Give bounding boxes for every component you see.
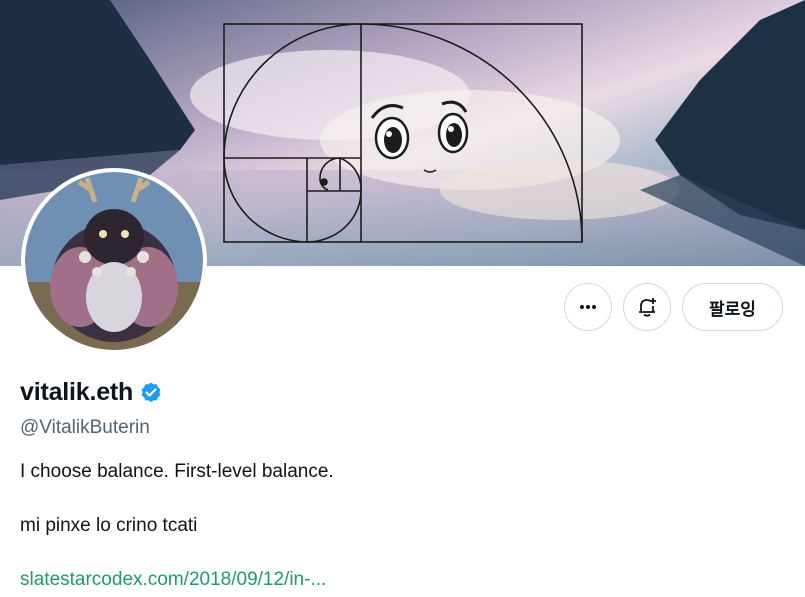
more-options-button[interactable]	[564, 283, 612, 331]
bio-line-1: I choose balance. First-level balance.	[20, 461, 334, 482]
profile-handle: @VitalikButerin	[20, 417, 150, 438]
bell-plus-icon	[639, 298, 656, 317]
bio-line-2: mi pinxe lo crino tcati	[20, 515, 198, 536]
more-horizontal-icon	[580, 305, 596, 309]
profile-actions: 팔로잉	[564, 283, 783, 331]
display-name: vitalik.eth	[20, 378, 134, 406]
verified-badge-icon[interactable]	[139, 381, 163, 405]
profile-name-row: vitalik.eth	[20, 378, 163, 407]
profile-website-link[interactable]: slatestarcodex.com/2018/09/12/in-...	[20, 569, 326, 591]
avatar[interactable]	[21, 168, 207, 354]
following-button[interactable]: 팔로잉	[682, 283, 783, 331]
notifications-button[interactable]	[623, 283, 671, 331]
